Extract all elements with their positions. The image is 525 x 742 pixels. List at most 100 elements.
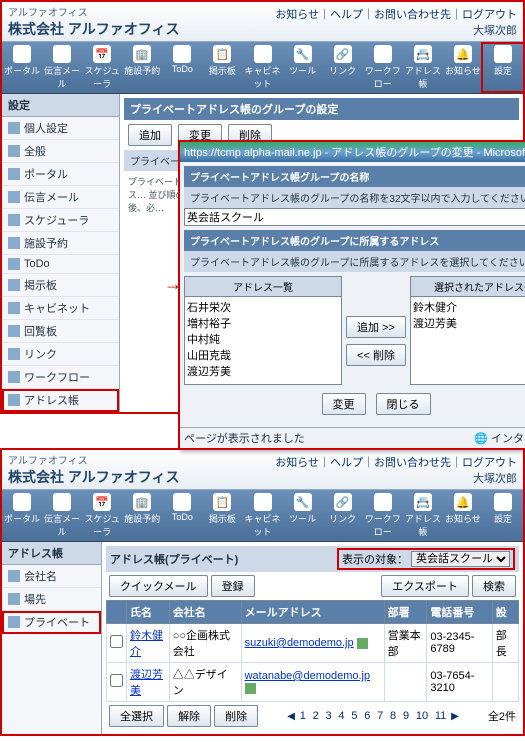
filter-label: 表示の対象： (342, 551, 408, 567)
toolbar-お知らせ[interactable]: 🔔お知らせ (443, 492, 483, 539)
filter-select[interactable]: 英会話スクール (411, 551, 510, 567)
row-check[interactable] (110, 674, 123, 687)
toolbar-伝言メール[interactable]: ✉伝言メール (42, 44, 82, 91)
zone-indicator: 🌐 インターネット (474, 430, 525, 446)
col-header[interactable]: 会社名 (169, 601, 241, 624)
address-table: 氏名会社名メールアドレス部署電話番号設鈴木健介○○企画株式会社suzuki@de… (106, 600, 519, 702)
sidebar-title: 設定 (2, 94, 119, 117)
name-link[interactable]: 渡辺芳美 (130, 669, 163, 697)
col-header[interactable] (107, 601, 127, 624)
col-header[interactable]: 部署 (384, 601, 427, 624)
page-link[interactable]: 9 (403, 710, 409, 722)
toolbar-ワークフロー[interactable]: ↻ワークフロー (363, 44, 403, 91)
page-link[interactable]: 3 (326, 710, 332, 722)
list-item[interactable]: 増村裕子 (187, 315, 339, 331)
toolbar-ポータル[interactable]: ⌂ポータル (2, 492, 42, 539)
ok-button[interactable]: 変更 (322, 393, 366, 415)
col-header[interactable]: メールアドレス (241, 601, 384, 624)
toolbar-設定[interactable]: ⚙設定 (483, 492, 523, 539)
cancel-button[interactable]: 閉じる (376, 393, 431, 415)
sidebar-item[interactable]: キャビネット (2, 297, 119, 320)
toolbar-ToDo[interactable]: ✓ToDo (162, 492, 202, 539)
toolbar-お知らせ[interactable]: 🔔お知らせ (443, 44, 483, 91)
sidebar-item[interactable]: 会社名 (2, 565, 101, 588)
name-link[interactable]: 鈴木健介 (130, 630, 163, 658)
address-list[interactable]: 石井栄次増村裕子中村純山田克哉渡辺芳美 (184, 297, 342, 385)
sidebar-item[interactable]: プライベート (2, 611, 101, 634)
sidebar-item[interactable]: 全般 (2, 140, 119, 163)
header-links[interactable]: お知らせ｜ヘルプ｜お問い合わせ先｜ログアウト (275, 6, 517, 22)
sidebar-item[interactable]: 個人設定 (2, 117, 119, 140)
list-item[interactable]: 渡辺芳美 (413, 315, 525, 331)
toolbar-掲示板[interactable]: 📋掲示板 (202, 44, 242, 91)
toolbar-リンク[interactable]: 🔗リンク (323, 44, 363, 91)
export-button[interactable]: エクスポート (381, 575, 469, 597)
col-header[interactable]: 電話番号 (427, 601, 492, 624)
sidebar-item[interactable]: ワークフロー (2, 366, 119, 389)
toolbar-キャビネット[interactable]: 🗄キャビネット (242, 492, 282, 539)
sidebar-item[interactable]: ToDo (2, 255, 119, 274)
toolbar-スケジューラ[interactable]: 📅スケジューラ (82, 44, 122, 91)
sidebar-item[interactable]: アドレス帳 (2, 389, 119, 412)
toolbar-ToDo[interactable]: ✓ToDo (162, 44, 202, 91)
page-link[interactable]: 10 (416, 710, 428, 722)
sidebar-item[interactable]: 回覧板 (2, 320, 119, 343)
toolbar-施設予約[interactable]: 🏢施設予約 (122, 492, 162, 539)
folder-icon (8, 570, 20, 582)
list-item[interactable]: 中村純 (187, 331, 339, 347)
list-item[interactable]: 山田克哉 (187, 347, 339, 363)
folder-icon (8, 237, 20, 249)
toolbar-スケジューラ[interactable]: 📅スケジューラ (82, 492, 122, 539)
toolbar-ツール[interactable]: 🔧ツール (283, 492, 323, 539)
list-item[interactable]: 鈴木健介 (413, 299, 525, 315)
quickmail-button[interactable]: クイックメール (109, 575, 208, 597)
list-item[interactable]: 石井栄次 (187, 299, 339, 315)
selected-list[interactable]: 鈴木健介渡辺芳美 (410, 297, 525, 385)
mail-link[interactable]: watanabe@demodemo.jp (245, 670, 371, 682)
col-header[interactable]: 氏名 (127, 601, 170, 624)
mail-icon[interactable] (245, 683, 256, 694)
page-link[interactable]: 5 (351, 710, 357, 722)
toolbar-伝言メール[interactable]: ✉伝言メール (42, 492, 82, 539)
sidebar-item[interactable]: リンク (2, 343, 119, 366)
toolbar-アドレス帳[interactable]: 📇アドレス帳 (403, 44, 443, 91)
total-count: 全2件 (488, 708, 516, 724)
sidebar-item[interactable]: 場先 (2, 588, 101, 611)
add-to-button[interactable]: 追加 >> (346, 316, 406, 338)
page-link[interactable]: 8 (390, 710, 396, 722)
row-check[interactable] (110, 635, 123, 648)
toolbar-ポータル[interactable]: ⌂ポータル (2, 44, 42, 91)
add-button[interactable]: 追加 (128, 124, 172, 146)
page-link[interactable]: 2 (313, 710, 319, 722)
sidebar-item[interactable]: 施設予約 (2, 232, 119, 255)
pager[interactable]: ◀ 1 2 3 4 5 6 7 8 9 10 11 ▶ (283, 706, 463, 726)
sidebar-item[interactable]: 掲示板 (2, 274, 119, 297)
toolbar-ツール[interactable]: 🔧ツール (283, 44, 323, 91)
delete-rows-button[interactable]: 削除 (214, 705, 258, 727)
toolbar-設定[interactable]: ⚙設定 (483, 44, 523, 91)
mail-link[interactable]: suzuki@demodemo.jp (245, 637, 354, 649)
sidebar-item[interactable]: 伝言メール (2, 186, 119, 209)
list-item[interactable]: 渡辺芳美 (187, 363, 339, 379)
page-link[interactable]: 6 (364, 710, 370, 722)
toolbar-ワークフロー[interactable]: ↻ワークフロー (363, 492, 403, 539)
group-name-input[interactable] (184, 208, 525, 226)
sidebar-item[interactable]: ポータル (2, 163, 119, 186)
page-link[interactable]: 1 (300, 710, 306, 722)
toolbar-掲示板[interactable]: 📋掲示板 (202, 492, 242, 539)
toolbar-施設予約[interactable]: 🏢施設予約 (122, 44, 162, 91)
col-header[interactable]: 設 (492, 601, 518, 624)
mail-icon[interactable] (357, 638, 368, 649)
search-button[interactable]: 検索 (472, 575, 516, 597)
page-link[interactable]: 11 (435, 710, 446, 722)
toolbar-リンク[interactable]: 🔗リンク (323, 492, 363, 539)
sidebar-item[interactable]: スケジューラ (2, 209, 119, 232)
toolbar-アドレス帳[interactable]: 📇アドレス帳 (403, 492, 443, 539)
register-button[interactable]: 登録 (211, 575, 255, 597)
remove-from-button[interactable]: << 削除 (346, 344, 406, 366)
page-link[interactable]: 7 (377, 710, 383, 722)
deselect-button[interactable]: 解除 (167, 705, 211, 727)
toolbar-キャビネット[interactable]: 🗄キャビネット (242, 44, 282, 91)
selectall-button[interactable]: 全選択 (109, 705, 164, 727)
page-link[interactable]: 4 (338, 710, 344, 722)
